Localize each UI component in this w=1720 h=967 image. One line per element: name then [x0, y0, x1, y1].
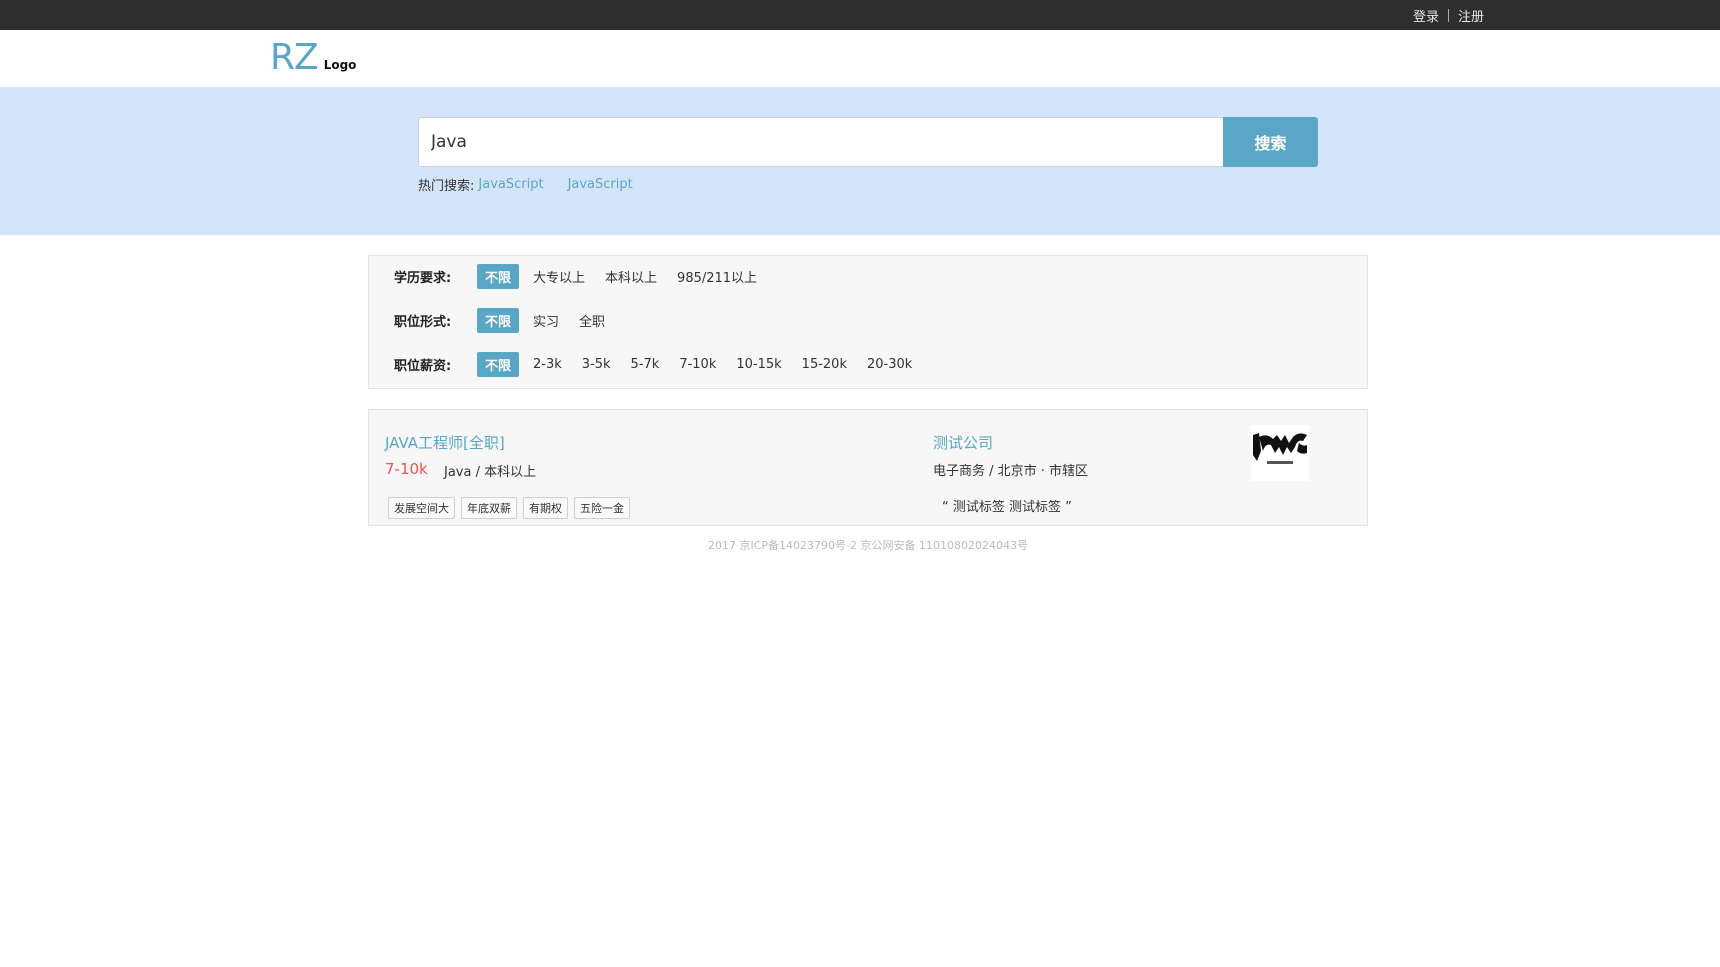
login-link[interactable]: 登录 [1413, 6, 1439, 25]
filter-education: 学历要求: 不限 大专以上 本科以上 985/211以上 [394, 263, 777, 289]
filter-option[interactable]: 10-15k [736, 357, 781, 372]
job-requirements: Java / 本科以上 [444, 465, 537, 480]
top-bar: 登录 注册 [0, 0, 1720, 30]
search-input[interactable] [418, 117, 1223, 167]
hot-search-link[interactable]: JavaScript [568, 177, 633, 192]
job-salary: 7-10k [385, 460, 428, 478]
filter-option[interactable]: 大专以上 [533, 267, 585, 286]
company-tags-quote: “ 测试标签 测试标签 ” [942, 500, 1072, 515]
search-box: 搜索 [418, 117, 1318, 167]
logo-text: Logo [323, 58, 357, 72]
filter-option[interactable]: 5-7k [631, 357, 660, 372]
job-card: JAVA工程师[全职] 7-10k Java / 本科以上 发展空间大 年底双薪… [368, 409, 1368, 526]
register-link[interactable]: 注册 [1458, 6, 1484, 25]
company-name-link[interactable]: 测试公司 [933, 432, 993, 453]
filter-option-selected[interactable]: 不限 [477, 263, 520, 289]
job-title-link[interactable]: JAVA工程师[全职] [385, 432, 505, 453]
filter-label: 职位形式: [394, 314, 452, 330]
filter-option[interactable]: 全职 [579, 311, 605, 330]
logo-mark: RZ [270, 37, 319, 78]
company-logo-image [1251, 425, 1309, 481]
filter-label: 职位薪资: [394, 358, 452, 374]
job-tag: 年底双薪 [461, 497, 517, 519]
filter-option[interactable]: 本科以上 [605, 267, 657, 286]
filter-panel: 学历要求: 不限 大专以上 本科以上 985/211以上 职位形式: 不限 实习… [368, 255, 1368, 389]
hot-searches: 热门搜索: JavaScript JavaScript [418, 175, 653, 194]
job-tag: 发展空间大 [388, 497, 455, 519]
filter-job-type: 职位形式: 不限 实习 全职 [394, 307, 625, 333]
search-band: 搜索 热门搜索: JavaScript JavaScript [0, 87, 1720, 235]
filter-option[interactable]: 20-30k [867, 357, 912, 372]
hot-search-label: 热门搜索: [418, 179, 475, 194]
filter-label: 学历要求: [394, 270, 452, 286]
account-links: 登录 注册 [1413, 0, 1484, 30]
filter-option-selected[interactable]: 不限 [477, 307, 520, 333]
job-tags: 发展空间大 年底双薪 有期权 五险一金 [388, 497, 636, 519]
filter-option[interactable]: 985/211以上 [677, 267, 757, 286]
job-tag: 五险一金 [574, 497, 630, 519]
job-tag: 有期权 [523, 497, 568, 519]
filter-salary: 职位薪资: 不限 2-3k 3-5k 5-7k 7-10k 10-15k 15-… [394, 351, 932, 377]
link-divider [1447, 8, 1449, 22]
company-logo[interactable] [1251, 425, 1309, 481]
logo[interactable]: RZ Logo [270, 38, 356, 78]
filter-option[interactable]: 15-20k [802, 357, 847, 372]
hot-search-link[interactable]: JavaScript [478, 177, 543, 192]
filter-option[interactable]: 实习 [533, 311, 559, 330]
search-button[interactable]: 搜索 [1223, 117, 1318, 167]
header: RZ Logo [0, 30, 1720, 87]
filter-option[interactable]: 3-5k [582, 357, 611, 372]
filter-option-selected[interactable]: 不限 [477, 351, 520, 377]
filter-option[interactable]: 2-3k [533, 357, 562, 372]
footer: 2017 京ICP备14023790号-2 京公网安备 110108020240… [708, 539, 1028, 552]
company-info: 电子商务 / 北京市 · 市辖区 [933, 464, 1089, 479]
filter-option[interactable]: 7-10k [679, 357, 716, 372]
